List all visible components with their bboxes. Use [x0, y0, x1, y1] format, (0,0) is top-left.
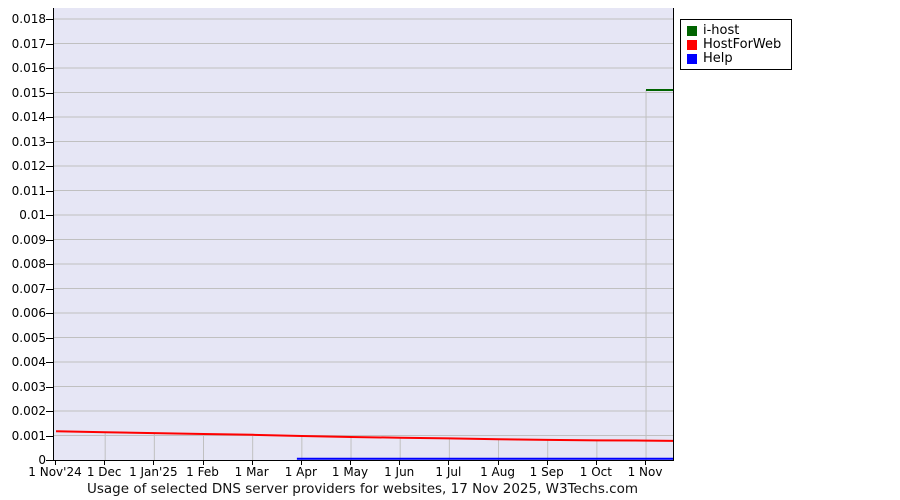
y-tick-label: 0.002: [0, 405, 46, 417]
x-tick-mark: [301, 461, 302, 465]
y-tick-label: 0.011: [0, 185, 46, 197]
legend-label-hostforweb: HostForWeb: [703, 38, 781, 51]
y-tick-label: 0.007: [0, 283, 46, 295]
x-tick-label: 1 Feb: [186, 466, 219, 478]
x-tick-mark: [547, 461, 548, 465]
y-tick-mark: [46, 68, 53, 69]
x-tick-label: 1 May: [332, 466, 368, 478]
y-tick-label: 0.016: [0, 62, 46, 74]
y-tick-label: 0.013: [0, 136, 46, 148]
y-tick-label: 0.015: [0, 87, 46, 99]
x-tick-label: 1 Jun: [384, 466, 414, 478]
series-line-hostforweb: [56, 431, 673, 441]
y-tick-mark: [46, 289, 53, 290]
x-tick-mark: [399, 461, 400, 465]
y-tick-mark: [46, 93, 53, 94]
x-tick-mark: [104, 461, 105, 465]
x-tick-mark: [252, 461, 253, 465]
y-tick-mark: [46, 166, 53, 167]
y-tick-mark: [46, 436, 53, 437]
y-tick-mark: [46, 117, 53, 118]
x-tick-mark: [448, 461, 449, 465]
x-tick-mark: [203, 461, 204, 465]
legend-swatch-hostforweb-icon: [687, 40, 697, 50]
chart-canvas: 00.0010.0020.0030.0040.0050.0060.0070.00…: [0, 0, 900, 500]
legend-item-help: Help: [687, 52, 781, 65]
y-tick-mark: [46, 338, 53, 339]
y-tick-label: 0.009: [0, 234, 46, 246]
legend-box: i-host HostForWeb Help: [680, 19, 792, 70]
y-tick-label: 0.012: [0, 160, 46, 172]
y-tick-mark: [46, 142, 53, 143]
y-tick-label: 0.018: [0, 13, 46, 25]
x-tick-mark: [596, 461, 597, 465]
y-tick-label: 0.017: [0, 38, 46, 50]
legend-label-help: Help: [703, 52, 733, 65]
x-tick-label: 1 Aug: [480, 466, 515, 478]
legend-item-i-host: i-host: [687, 24, 781, 37]
x-tick-label: 1 Oct: [580, 466, 612, 478]
y-tick-mark: [46, 215, 53, 216]
y-tick-label: 0.003: [0, 381, 46, 393]
y-tick-mark: [46, 264, 53, 265]
x-tick-mark: [350, 461, 351, 465]
y-tick-mark: [46, 44, 53, 45]
y-tick-mark: [46, 240, 53, 241]
x-tick-label: 1 Sep: [530, 466, 564, 478]
chart-plot-svg: [54, 8, 673, 460]
legend-item-hostforweb: HostForWeb: [687, 38, 781, 51]
x-tick-label: 1 Jan'25: [129, 466, 178, 478]
x-tick-label: 1 Nov'24: [28, 466, 81, 478]
y-tick-mark: [46, 362, 53, 363]
x-tick-label: 1 Mar: [235, 466, 269, 478]
y-tick-label: 0.01: [0, 209, 46, 221]
x-tick-label: 1 Nov: [628, 466, 663, 478]
y-tick-mark: [46, 387, 53, 388]
x-tick-label: 1 Jul: [435, 466, 461, 478]
legend-swatch-i-host-icon: [687, 26, 697, 36]
x-tick-mark: [153, 461, 154, 465]
y-tick-mark: [46, 411, 53, 412]
y-tick-label: 0.001: [0, 430, 46, 442]
x-tick-mark: [645, 461, 646, 465]
plot-area: [53, 8, 674, 461]
y-tick-mark: [46, 313, 53, 314]
legend-swatch-help-icon: [687, 54, 697, 64]
x-tick-mark: [55, 461, 56, 465]
y-tick-label: 0.014: [0, 111, 46, 123]
y-tick-mark: [46, 191, 53, 192]
x-tick-label: 1 Apr: [285, 466, 317, 478]
legend-label-i-host: i-host: [703, 24, 739, 37]
y-tick-label: 0.005: [0, 332, 46, 344]
y-tick-label: 0.008: [0, 258, 46, 270]
y-tick-mark: [46, 460, 53, 461]
x-tick-mark: [498, 461, 499, 465]
chart-title: Usage of selected DNS server providers f…: [53, 481, 672, 497]
y-tick-mark: [46, 19, 53, 20]
y-tick-label: 0.004: [0, 356, 46, 368]
x-tick-label: 1 Dec: [87, 466, 122, 478]
y-tick-label: 0.006: [0, 307, 46, 319]
